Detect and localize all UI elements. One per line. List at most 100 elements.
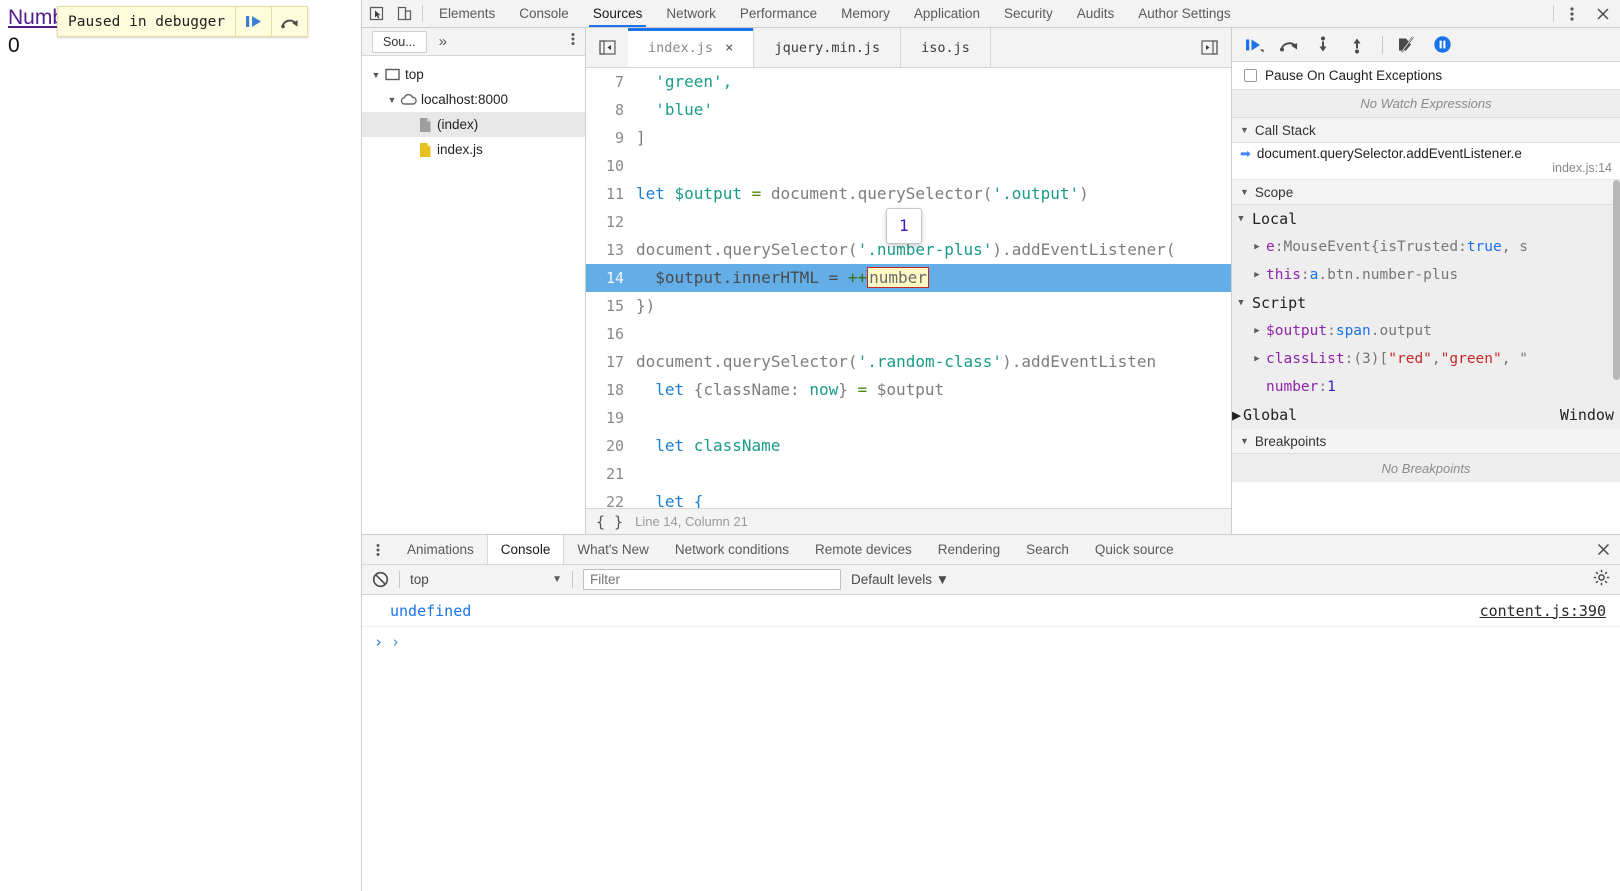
scope-group-local[interactable]: ▼ Local	[1232, 205, 1620, 233]
overlay-resume-button[interactable]	[235, 7, 271, 36]
drawer-menu-button[interactable]	[362, 535, 394, 564]
inspect-element-button[interactable]	[362, 0, 390, 27]
drawer-tab-quick-source[interactable]: Quick source	[1082, 535, 1187, 564]
line-number[interactable]: 19	[586, 404, 632, 432]
call-stack-frame-location[interactable]: index.js:14	[1257, 161, 1612, 175]
console-filter-input[interactable]	[583, 569, 841, 590]
drawer-tab-remote-devices[interactable]: Remote devices	[802, 535, 925, 564]
line-number[interactable]: 20	[586, 432, 632, 460]
chevron-down-icon[interactable]: ▼	[368, 70, 384, 80]
close-drawer-button[interactable]	[1586, 535, 1620, 564]
code-line[interactable]: 13 document.querySelector('.number-plus')…	[586, 208, 1231, 264]
code-line[interactable]: 20 let className	[586, 432, 1231, 460]
scope-header[interactable]: ▼ Scope	[1232, 180, 1620, 205]
devtools-menu-button[interactable]	[1558, 0, 1586, 27]
step-over-button[interactable]	[1274, 32, 1304, 58]
navigator-more-tabs-button[interactable]: »	[439, 33, 447, 50]
line-number[interactable]: 13	[586, 236, 632, 264]
debugger-scrollbar[interactable]	[1613, 180, 1620, 380]
line-number[interactable]: 8	[586, 96, 632, 124]
main-tab-application[interactable]: Application	[902, 0, 992, 27]
code-line[interactable]: 11 let $output = document.querySelector('…	[586, 180, 1231, 208]
main-tab-network[interactable]: Network	[654, 0, 728, 27]
main-tab-security[interactable]: Security	[992, 0, 1065, 27]
main-tab-sources[interactable]: Sources	[581, 0, 655, 27]
drawer-tab-rendering[interactable]: Rendering	[925, 535, 1013, 564]
editor-tab-index-js[interactable]: index.js ×	[628, 28, 755, 67]
main-tab-performance[interactable]: Performance	[728, 0, 829, 27]
selected-token[interactable]: number	[867, 267, 929, 288]
code-line[interactable]: 7 'green',	[586, 68, 1231, 96]
drawer-tab-console[interactable]: Console	[486, 535, 565, 564]
console-settings-button[interactable]	[1593, 569, 1610, 591]
line-number[interactable]: 17	[586, 348, 632, 376]
code-line[interactable]: 17 document.querySelector('.random-class'…	[586, 348, 1231, 376]
console-context-selector[interactable]: top ▼	[410, 572, 562, 587]
scope-variable[interactable]: ▶ this: a .btn.number-plus	[1232, 261, 1620, 289]
code-line[interactable]: 22 let {	[586, 488, 1231, 508]
breakpoints-header[interactable]: ▼ Breakpoints	[1232, 429, 1620, 454]
code-line[interactable]: 21	[586, 460, 1231, 488]
navigator-menu-button[interactable]	[571, 32, 575, 51]
line-number[interactable]: 21	[586, 460, 632, 488]
editor-tab-jquery-min-js[interactable]: jquery.min.js	[754, 28, 902, 67]
file-tree-item[interactable]: ▼ localhost:8000	[362, 87, 585, 112]
pause-on-caught-checkbox[interactable]	[1244, 69, 1257, 82]
show-debugger-button[interactable]	[1187, 28, 1231, 67]
main-tab-console[interactable]: Console	[507, 0, 581, 27]
line-number[interactable]: 9	[586, 124, 632, 152]
show-navigator-button[interactable]	[586, 28, 628, 67]
scope-variable[interactable]: ▶ $output: span .output	[1232, 317, 1620, 345]
main-tab-memory[interactable]: Memory	[829, 0, 902, 27]
code-line[interactable]: 15})	[586, 292, 1231, 320]
scope-variable[interactable]: ▶ classList: (3) ["red", "green", "	[1232, 345, 1620, 373]
editor-tab-iso-js[interactable]: iso.js	[901, 28, 991, 67]
main-tab-audits[interactable]: Audits	[1065, 0, 1127, 27]
chevron-right-icon[interactable]: ▶	[1248, 242, 1266, 252]
line-number[interactable]: 10	[586, 152, 632, 180]
scope-variable[interactable]: number: 1	[1232, 373, 1620, 401]
code-line[interactable]: 14 $output.innerHTML = ++ number	[586, 264, 1231, 292]
pause-on-exceptions-button[interactable]	[1427, 32, 1457, 58]
file-tree-item[interactable]: (index)	[362, 112, 585, 137]
code-line[interactable]: 8 'blue'	[586, 96, 1231, 124]
main-tab-elements[interactable]: Elements	[427, 0, 507, 27]
console-message-source-link[interactable]: content.js:390	[1480, 602, 1606, 620]
pause-on-caught-exceptions-row[interactable]: Pause On Caught Exceptions	[1232, 62, 1620, 90]
code-line[interactable]: 16	[586, 320, 1231, 348]
code-editor[interactable]: 7'green', 8'blue' 9] 10 11 let $output = docu…	[586, 68, 1231, 508]
pretty-print-icon[interactable]: { }	[596, 513, 623, 531]
clear-console-button[interactable]	[372, 571, 389, 588]
drawer-tab-what-s-new[interactable]: What's New	[564, 535, 662, 564]
line-number[interactable]: 22	[586, 488, 632, 508]
code-line[interactable]: 18 let {className: now} = $output	[586, 376, 1231, 404]
chevron-down-icon[interactable]: ▼	[384, 95, 400, 105]
step-out-button[interactable]	[1342, 32, 1372, 58]
chevron-right-icon[interactable]: ▶	[1248, 270, 1266, 280]
call-stack-header[interactable]: ▼ Call Stack	[1232, 118, 1620, 143]
deactivate-breakpoints-button[interactable]	[1393, 32, 1423, 58]
line-number[interactable]: 14	[586, 264, 632, 292]
line-number[interactable]: 11	[586, 180, 632, 208]
editor-tab-close-button[interactable]: ×	[725, 40, 733, 56]
code-line[interactable]: 19	[586, 404, 1231, 432]
line-number[interactable]: 18	[586, 376, 632, 404]
line-number[interactable]: 12	[586, 208, 632, 236]
chevron-right-icon[interactable]: ▶	[1248, 326, 1266, 336]
code-line[interactable]: 9]	[586, 124, 1231, 152]
console-prompt[interactable]: › ›	[362, 627, 1620, 657]
scope-variable[interactable]: ▶ e: MouseEvent {isTrusted: true, s	[1232, 233, 1620, 261]
navigator-tab-sources[interactable]: Sou...	[372, 30, 427, 53]
overlay-step-over-button[interactable]	[271, 7, 307, 36]
call-stack-frame[interactable]: ➡ document.querySelector.addEventListener…	[1232, 143, 1620, 180]
line-number[interactable]: 16	[586, 320, 632, 348]
console-log-levels-selector[interactable]: Default levels ▼	[851, 572, 949, 587]
line-number[interactable]: 7	[586, 68, 632, 96]
line-number[interactable]: 15	[586, 292, 632, 320]
code-line[interactable]: 10	[586, 152, 1231, 180]
close-devtools-button[interactable]	[1586, 0, 1620, 27]
toggle-device-toolbar-button[interactable]	[390, 0, 418, 27]
resume-button[interactable]	[1240, 32, 1270, 58]
drawer-tab-network-conditions[interactable]: Network conditions	[662, 535, 802, 564]
drawer-tab-search[interactable]: Search	[1013, 535, 1082, 564]
